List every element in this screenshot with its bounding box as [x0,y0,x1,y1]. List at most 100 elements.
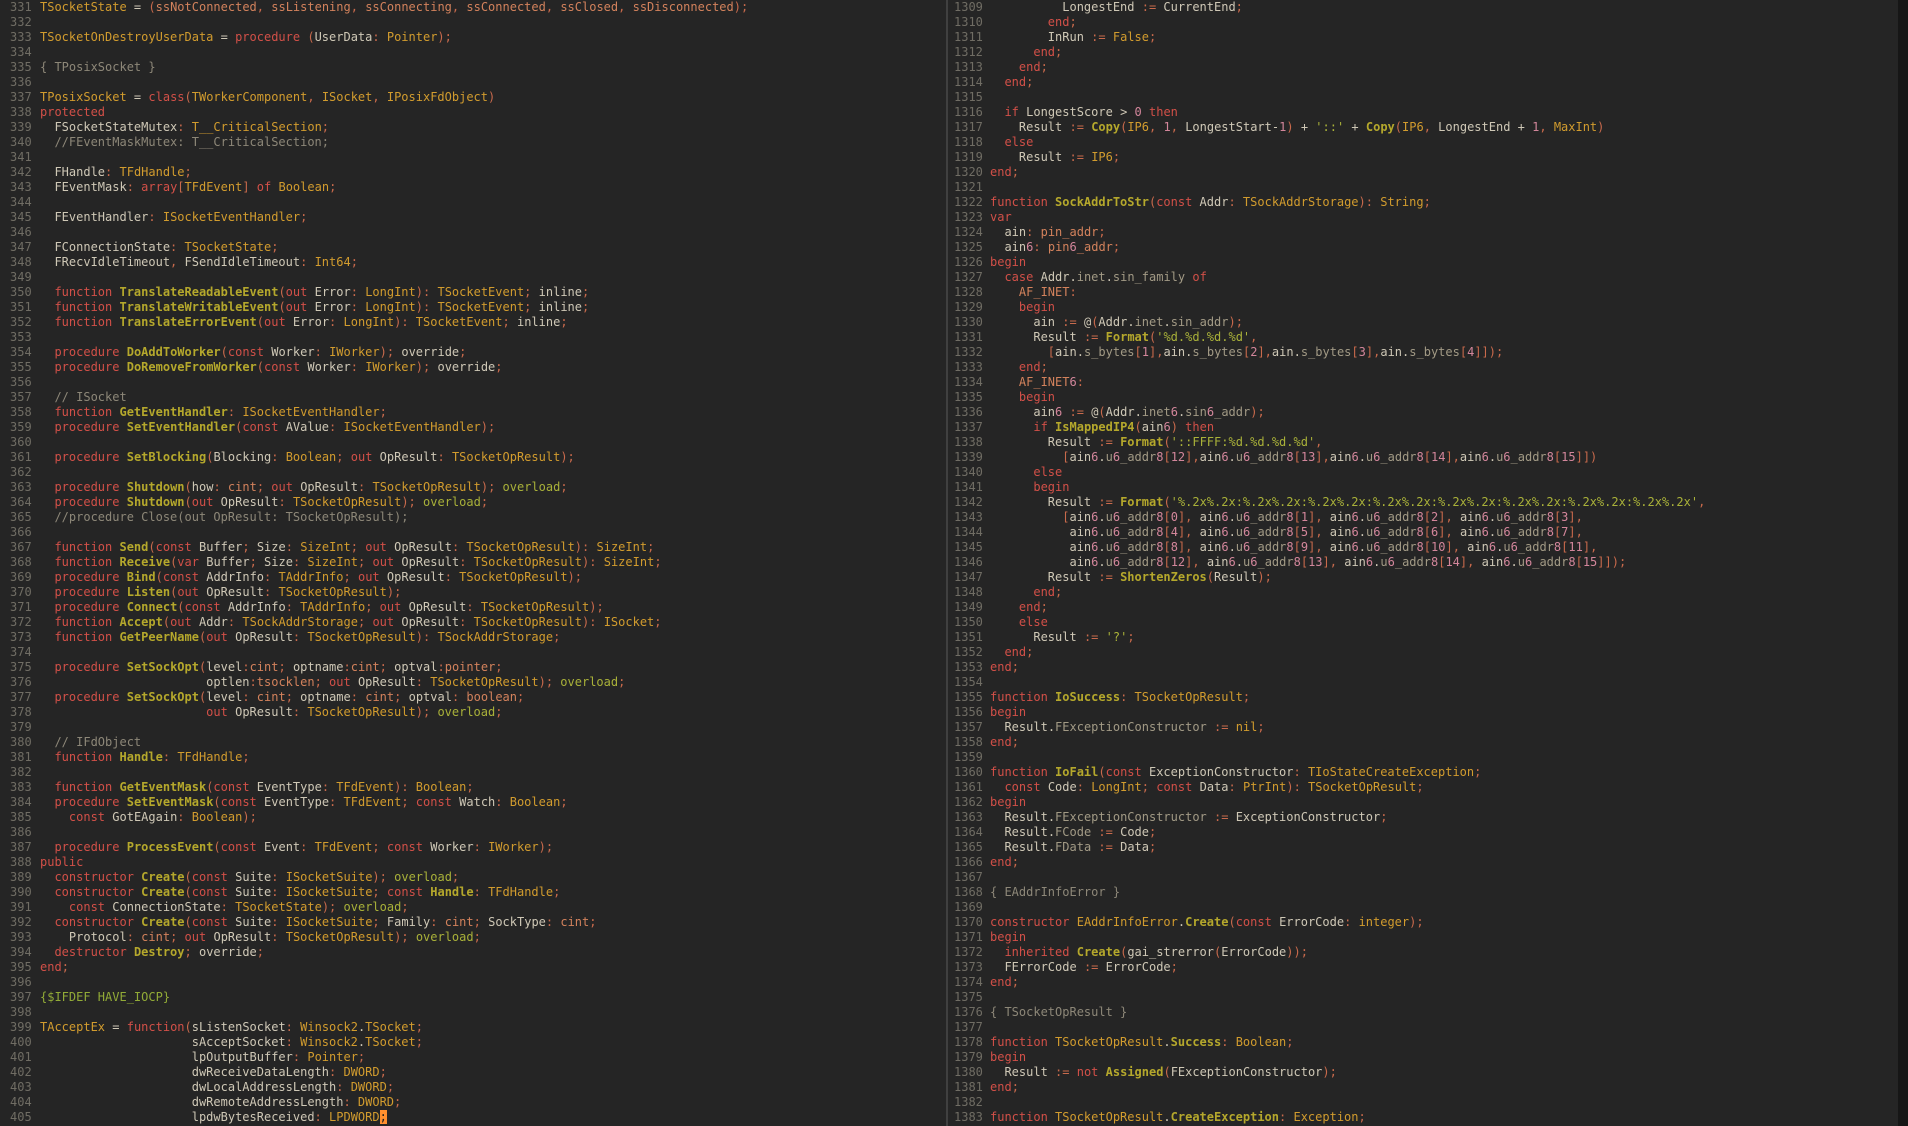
code-line[interactable]: 400 sAcceptSocket: Winsock2.TSocket; [0,1035,946,1050]
code-line[interactable]: 1320end; [948,165,1898,180]
code-line[interactable]: 1315 [948,90,1898,105]
code-line[interactable]: 386 [0,825,946,840]
code-line[interactable]: 367 function Send(const Buffer; Size: Si… [0,540,946,555]
code-line[interactable]: 401 lpOutputBuffer: Pointer; [0,1050,946,1065]
left-code-pane[interactable]: 331TSocketState = (ssNotConnected, ssLis… [0,0,946,1126]
code-line[interactable]: 362 [0,465,946,480]
code-line[interactable]: 1331 Result := Format('%d.%d.%d.%d', [948,330,1898,345]
code-line[interactable]: 352 function TranslateErrorEvent(out Err… [0,315,946,330]
code-line[interactable]: 339 FSocketStateMutex: T__CriticalSectio… [0,120,946,135]
code-line[interactable]: 332 [0,15,946,30]
code-line[interactable]: 385 const GotEAgain: Boolean); [0,810,946,825]
code-line[interactable]: 346 [0,225,946,240]
code-line[interactable]: 382 [0,765,946,780]
code-line[interactable]: 1333 end; [948,360,1898,375]
code-line[interactable]: 1359 [948,750,1898,765]
code-line[interactable]: 1370constructor EAddrInfoError.Create(co… [948,915,1898,930]
code-line[interactable]: 395end; [0,960,946,975]
code-line[interactable]: 1339 [ain6.u6_addr8[12],ain6.u6_addr8[13… [948,450,1898,465]
code-line[interactable]: 1382 [948,1095,1898,1110]
code-line[interactable]: 370 procedure Listen(out OpResult: TSock… [0,585,946,600]
code-line[interactable]: 380 // IFdObject [0,735,946,750]
code-line[interactable]: 1351 Result := '?'; [948,630,1898,645]
code-line[interactable]: 1312 end; [948,45,1898,60]
code-line[interactable]: 368 function Receive(var Buffer; Size: S… [0,555,946,570]
code-line[interactable]: 1316 if LongestScore > 0 then [948,105,1898,120]
code-line[interactable]: 377 procedure SetSockOpt(level: cint; op… [0,690,946,705]
code-line[interactable]: 1362begin [948,795,1898,810]
code-line[interactable]: 1313 end; [948,60,1898,75]
code-line[interactable]: 1329 begin [948,300,1898,315]
code-line[interactable]: 1323var [948,210,1898,225]
code-line[interactable]: 343 FEventMask: array[TFdEvent] of Boole… [0,180,946,195]
code-line[interactable]: 1375 [948,990,1898,1005]
code-line[interactable]: 1332 [ain.s_bytes[1],ain.s_bytes[2],ain.… [948,345,1898,360]
code-line[interactable]: 1318 else [948,135,1898,150]
code-line[interactable]: 397{$IFDEF HAVE_IOCP} [0,990,946,1005]
code-line[interactable]: 1324 ain: pin_addr; [948,225,1898,240]
code-line[interactable]: 1321 [948,180,1898,195]
code-line[interactable]: 1352 end; [948,645,1898,660]
code-line[interactable]: 1342 Result := Format('%.2x%.2x:%.2x%.2x… [948,495,1898,510]
code-line[interactable]: 383 function GetEventMask(const EventTyp… [0,780,946,795]
code-line[interactable]: 1372 inherited Create(gai_strerror(Error… [948,945,1898,960]
code-line[interactable]: 1364 Result.FCode := Code; [948,825,1898,840]
code-line[interactable]: 1371begin [948,930,1898,945]
code-line[interactable]: 1319 Result := IP6; [948,150,1898,165]
code-line[interactable]: 396 [0,975,946,990]
code-line[interactable]: 376 optlen:tsocklen; out OpResult: TSock… [0,675,946,690]
code-line[interactable]: 351 function TranslateWritableEvent(out … [0,300,946,315]
code-line[interactable]: 1363 Result.FExceptionConstructor := Exc… [948,810,1898,825]
code-line[interactable]: 1310 end; [948,15,1898,30]
code-line[interactable]: 1317 Result := Copy(IP6, 1, LongestStart… [948,120,1898,135]
code-line[interactable]: 1373 FErrorCode := ErrorCode; [948,960,1898,975]
code-line[interactable]: 373 function GetPeerName(out OpResult: T… [0,630,946,645]
code-line[interactable]: 389 constructor Create(const Suite: ISoc… [0,870,946,885]
code-line[interactable]: 348 FRecvIdleTimeout, FSendIdleTimeout: … [0,255,946,270]
code-line[interactable]: 372 function Accept(out Addr: TSockAddrS… [0,615,946,630]
code-line[interactable]: 1361 const Code: LongInt; const Data: Pt… [948,780,1898,795]
code-line[interactable]: 349 [0,270,946,285]
code-line[interactable]: 1348 end; [948,585,1898,600]
code-line[interactable]: 341 [0,150,946,165]
code-line[interactable]: 345 FEventHandler: ISocketEventHandler; [0,210,946,225]
code-line[interactable]: 333TSocketOnDestroyUserData = procedure … [0,30,946,45]
code-line[interactable]: 359 procedure SetEventHandler(const AVal… [0,420,946,435]
code-line[interactable]: 344 [0,195,946,210]
code-line[interactable]: 379 [0,720,946,735]
code-line[interactable]: 331TSocketState = (ssNotConnected, ssLis… [0,0,946,15]
code-line[interactable]: 390 constructor Create(const Suite: ISoc… [0,885,946,900]
code-line[interactable]: 354 procedure DoAddToWorker(const Worker… [0,345,946,360]
code-line[interactable]: 1309 LongestEnd := CurrentEnd; [948,0,1898,15]
code-line[interactable]: 355 procedure DoRemoveFromWorker(const W… [0,360,946,375]
code-line[interactable]: 360 [0,435,946,450]
code-line[interactable]: 387 procedure ProcessEvent(const Event: … [0,840,946,855]
scrollbar-track[interactable] [1898,0,1908,1126]
code-line[interactable]: 1367 [948,870,1898,885]
code-line[interactable]: 1340 else [948,465,1898,480]
code-line[interactable]: 1356begin [948,705,1898,720]
code-line[interactable]: 1334 AF_INET6: [948,375,1898,390]
code-line[interactable]: 1376{ TSocketOpResult } [948,1005,1898,1020]
code-line[interactable]: 375 procedure SetSockOpt(level:cint; opt… [0,660,946,675]
code-line[interactable]: 402 dwReceiveDataLength: DWORD; [0,1065,946,1080]
code-line[interactable]: 1336 ain6 := @(Addr.inet6.sin6_addr); [948,405,1898,420]
code-line[interactable]: 403 dwLocalAddressLength: DWORD; [0,1080,946,1095]
code-line[interactable]: 1365 Result.FData := Data; [948,840,1898,855]
code-line[interactable]: 1349 end; [948,600,1898,615]
code-line[interactable]: 1383function TSocketOpResult.CreateExcep… [948,1110,1898,1125]
code-line[interactable]: 338protected [0,105,946,120]
code-line[interactable]: 1325 ain6: pin6_addr; [948,240,1898,255]
code-line[interactable]: 1377 [948,1020,1898,1035]
code-line[interactable]: 1338 Result := Format('::FFFF:%d.%d.%d.%… [948,435,1898,450]
code-line[interactable]: 347 FConnectionState: TSocketState; [0,240,946,255]
code-line[interactable]: 399TAcceptEx = function(sListenSocket: W… [0,1020,946,1035]
code-line[interactable]: 334 [0,45,946,60]
code-line[interactable]: 1337 if IsMappedIP4(ain6) then [948,420,1898,435]
code-line[interactable]: 398 [0,1005,946,1020]
code-line[interactable]: 391 const ConnectionState: TSocketState)… [0,900,946,915]
code-line[interactable]: 350 function TranslateReadableEvent(out … [0,285,946,300]
code-line[interactable]: 1343 [ain6.u6_addr8[0], ain6.u6_addr8[1]… [948,510,1898,525]
code-line[interactable]: 378 out OpResult: TSocketOpResult); over… [0,705,946,720]
code-line[interactable]: 384 procedure SetEventMask(const EventTy… [0,795,946,810]
